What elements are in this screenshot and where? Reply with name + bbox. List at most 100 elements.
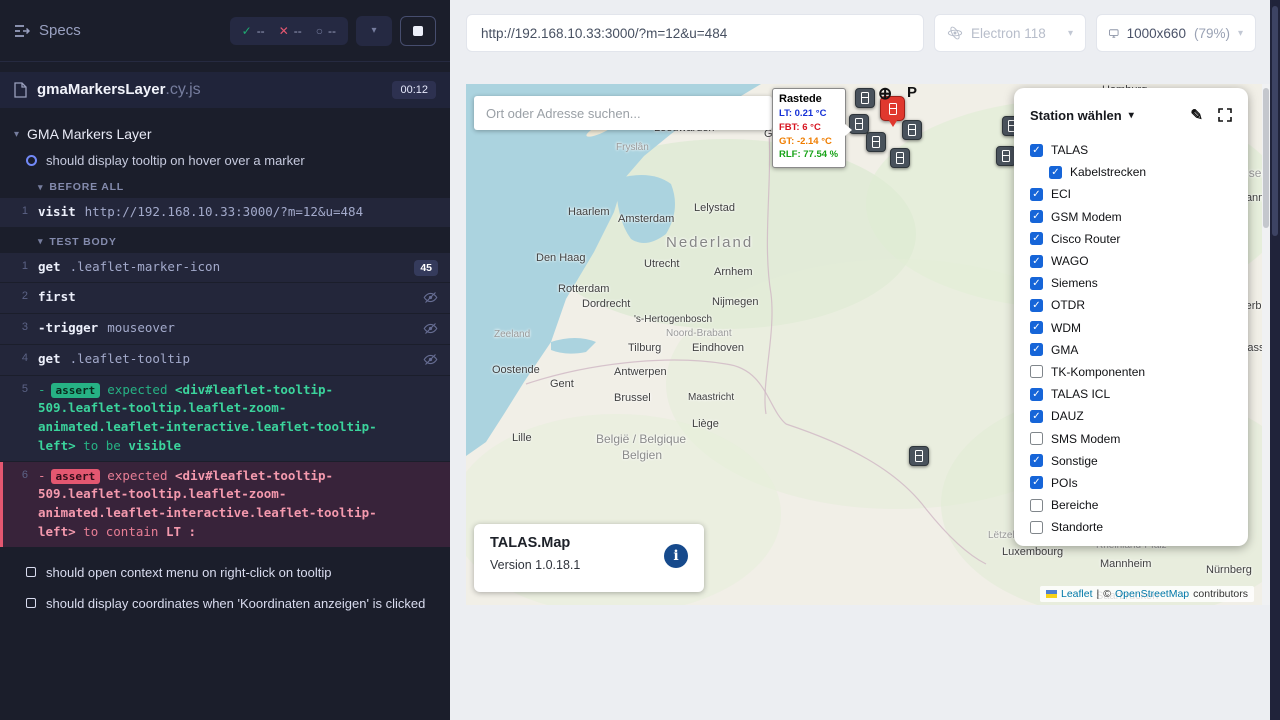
- station-marker[interactable]: [849, 114, 869, 134]
- station-marker[interactable]: [909, 446, 929, 466]
- map-label: Utrecht: [644, 258, 679, 270]
- leaflet-link[interactable]: Leaflet: [1061, 588, 1093, 600]
- fullscreen-icon[interactable]: [1218, 108, 1232, 122]
- checkbox[interactable]: ✓: [1030, 188, 1043, 201]
- marker-tooltip[interactable]: Rastede LT: 0.21 °CFBT: 6 °CGT: -2.14 °C…: [772, 88, 846, 168]
- info-icon[interactable]: i: [664, 544, 688, 568]
- chevron-down-icon: ▾: [1068, 28, 1073, 39]
- station-item-gsm-modem[interactable]: ✓ GSM Modem: [1030, 206, 1232, 228]
- station-item-sms-modem[interactable]: SMS Modem: [1030, 427, 1232, 449]
- station-label: GSM Modem: [1051, 210, 1122, 224]
- spec-file-icon: [14, 82, 27, 98]
- checkbox[interactable]: ✓: [1030, 255, 1043, 268]
- station-item-sonstige[interactable]: ✓ Sonstige: [1030, 450, 1232, 472]
- test-item-active[interactable]: should display tooltip on hover over a m…: [0, 148, 450, 173]
- viewport-selector[interactable]: 1000x660 (79%) ▾: [1096, 14, 1256, 52]
- spec-bar[interactable]: gmaMarkersLayer.cy.js 00:12: [0, 72, 450, 108]
- station-marker[interactable]: [890, 148, 910, 168]
- station-label: Sonstige: [1051, 454, 1098, 468]
- station-item-cisco-router[interactable]: ✓Cisco Router: [1030, 228, 1232, 250]
- cabinet-icon: [1002, 150, 1010, 162]
- scrollbar-thumb[interactable]: [1272, 6, 1278, 236]
- stat-passed[interactable]: ✓--: [242, 24, 265, 38]
- checkbox[interactable]: ✓: [1030, 299, 1043, 312]
- station-item-eci[interactable]: ✓ECI: [1030, 183, 1232, 205]
- test-body-label: TEST BODY: [49, 236, 116, 248]
- app-scrollbar[interactable]: [1262, 84, 1270, 605]
- station-item-standorte[interactable]: Standorte: [1030, 516, 1232, 538]
- station-label: POIs: [1051, 476, 1078, 490]
- checkbox[interactable]: ✓: [1030, 410, 1043, 423]
- checkbox[interactable]: ✓: [1030, 277, 1043, 290]
- checkbox[interactable]: [1030, 521, 1043, 534]
- checkbox[interactable]: ✓: [1030, 144, 1043, 157]
- station-item-tk-komponenten[interactable]: TK-Komponenten: [1030, 361, 1232, 383]
- station-select[interactable]: Station wählen ▾: [1030, 108, 1134, 123]
- stat-pending[interactable]: ○--: [316, 24, 336, 38]
- checkbox[interactable]: ✓: [1030, 388, 1043, 401]
- spec-extension: .cy.js: [165, 81, 200, 98]
- stat-failed[interactable]: ✕--: [279, 24, 302, 38]
- checkbox[interactable]: ✓: [1030, 232, 1043, 245]
- page-scrollbar[interactable]: [1270, 0, 1280, 720]
- checkbox[interactable]: ✓: [1030, 321, 1043, 334]
- station-item-wago[interactable]: ✓WAGO: [1030, 250, 1232, 272]
- checkbox[interactable]: ✓: [1030, 454, 1043, 467]
- command-assert-failed[interactable]: 6-assertexpected <div#leaflet-tooltip-50…: [0, 462, 450, 547]
- test-body-header[interactable]: ▾ TEST BODY: [0, 228, 450, 253]
- station-marker[interactable]: [996, 146, 1016, 166]
- command-assert-passed[interactable]: 5-assertexpected <div#leaflet-tooltip-50…: [0, 376, 450, 461]
- failed-icon: ✕: [279, 24, 289, 38]
- station-item-dauz[interactable]: ✓DAUZ: [1030, 405, 1232, 427]
- stop-button[interactable]: [400, 16, 436, 46]
- map-label: Luxembourg: [1002, 546, 1063, 558]
- collapse-button[interactable]: ▾: [356, 16, 392, 46]
- checkbox[interactable]: ✓: [1030, 476, 1043, 489]
- station-item-otdr[interactable]: ✓OTDR: [1030, 294, 1232, 316]
- checkbox[interactable]: [1030, 499, 1043, 512]
- station-item-bereiche[interactable]: Bereiche: [1030, 494, 1232, 516]
- station-marker[interactable]: [855, 88, 875, 108]
- checkbox[interactable]: [1030, 432, 1043, 445]
- map-label: Maastricht: [688, 392, 734, 403]
- station-item-talas[interactable]: ✓TALAS: [1030, 139, 1232, 161]
- station-item-siemens[interactable]: ✓Siemens: [1030, 272, 1232, 294]
- specs-list-icon: [14, 24, 30, 38]
- station-marker[interactable]: [866, 132, 886, 152]
- station-item-pois[interactable]: ✓ POIs: [1030, 472, 1232, 494]
- station-marker[interactable]: [902, 120, 922, 140]
- map-label: Oostende: [492, 364, 540, 376]
- browser-selector[interactable]: Electron 118 ▾: [934, 14, 1086, 52]
- command-get[interactable]: 1get.leaflet-marker-icon45: [0, 253, 450, 282]
- command-get[interactable]: 4get.leaflet-tooltip: [0, 345, 450, 375]
- address-search-input[interactable]: Ort oder Adresse suchen...: [474, 96, 772, 130]
- command-first[interactable]: 2first: [0, 283, 450, 313]
- suite-title: GMA Markers Layer: [27, 126, 151, 142]
- test-item[interactable]: should open context menu on right-click …: [0, 557, 450, 588]
- checkbox[interactable]: ✓: [1030, 343, 1043, 356]
- command-trigger[interactable]: 3-triggermouseover: [0, 314, 450, 344]
- station-item-wdm[interactable]: ✓WDM: [1030, 317, 1232, 339]
- station-item-talas-icl[interactable]: ✓TALAS ICL: [1030, 383, 1232, 405]
- suite-header[interactable]: ▾ GMA Markers Layer: [0, 120, 450, 148]
- command-number: 5: [0, 381, 38, 456]
- url-input[interactable]: http://192.168.10.33:3000/?m=12&u=484: [466, 14, 924, 52]
- checkbox[interactable]: [1030, 365, 1043, 378]
- leaflet-map[interactable]: HamburgBremenNiedersachsenHannoverGronin…: [466, 84, 1262, 605]
- command-number: 1: [0, 203, 38, 222]
- map-label: Eindhoven: [692, 342, 744, 354]
- command-visit[interactable]: 1visithttp://192.168.10.33:3000/?m=12&u=…: [0, 198, 450, 227]
- before-all-header[interactable]: ▾ BEFORE ALL: [0, 173, 450, 198]
- checkbox[interactable]: ✓: [1049, 166, 1062, 179]
- specs-menu-button[interactable]: Specs: [14, 22, 81, 39]
- station-item-gma[interactable]: ✓GMA: [1030, 339, 1232, 361]
- osm-link[interactable]: OpenStreetMap: [1115, 588, 1189, 600]
- parking-marker-icon[interactable]: P: [907, 84, 917, 101]
- add-marker-icon[interactable]: ⊕: [878, 84, 892, 104]
- test-item[interactable]: should display coordinates when 'Koordin…: [0, 588, 450, 619]
- search-placeholder: Ort oder Adresse suchen...: [486, 106, 641, 121]
- station-item-kabelstrecken[interactable]: ✓Kabelstrecken: [1030, 161, 1232, 183]
- checkbox[interactable]: ✓: [1030, 210, 1043, 223]
- scrollbar-thumb[interactable]: [1263, 88, 1269, 228]
- edit-icon[interactable]: ✎: [1190, 106, 1203, 124]
